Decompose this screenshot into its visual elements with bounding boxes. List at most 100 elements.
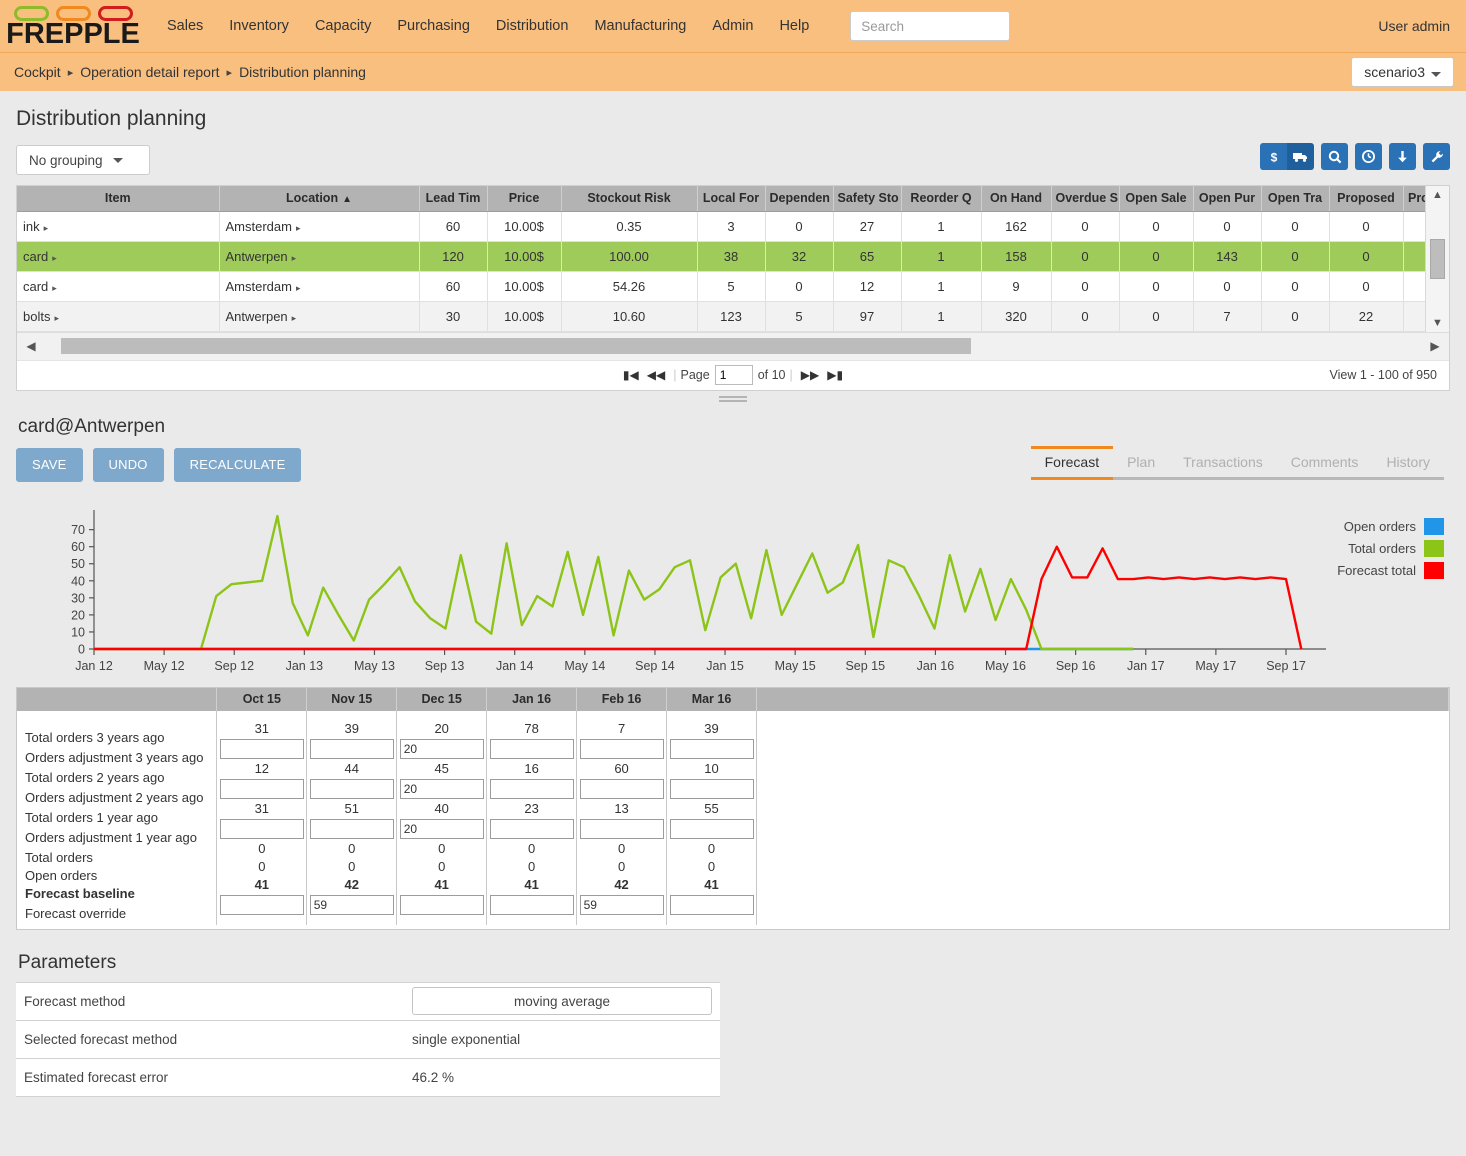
user-menu[interactable]: User admin bbox=[1378, 18, 1450, 34]
scroll-right-icon[interactable]: ▶ bbox=[1427, 339, 1443, 353]
save-button[interactable]: SAVE bbox=[16, 448, 83, 482]
frepple-logo[interactable]: FREPPLE bbox=[0, 0, 140, 53]
input-forecast-override[interactable] bbox=[670, 895, 754, 915]
scroll-down-icon[interactable]: ▼ bbox=[1432, 317, 1443, 329]
scroll-left-icon[interactable]: ◀ bbox=[23, 339, 39, 353]
undo-button[interactable]: UNDO bbox=[93, 448, 164, 482]
input-orders-adj-3y[interactable] bbox=[490, 739, 574, 759]
cell-location[interactable]: Antwerpen▸ bbox=[219, 241, 419, 271]
column-header-dependent-demand[interactable]: Dependen bbox=[765, 186, 833, 211]
forecast-method-input[interactable] bbox=[412, 987, 712, 1015]
nav-item-help[interactable]: Help bbox=[766, 12, 822, 40]
input-orders-adj-3y[interactable] bbox=[580, 739, 664, 759]
nav-item-purchasing[interactable]: Purchasing bbox=[384, 12, 483, 40]
column-header-local-forecast[interactable]: Local For bbox=[697, 186, 765, 211]
wrench-icon[interactable] bbox=[1423, 143, 1450, 170]
nav-item-inventory[interactable]: Inventory bbox=[216, 12, 302, 40]
input-orders-adj-1y[interactable] bbox=[670, 819, 754, 839]
nav-item-admin[interactable]: Admin bbox=[699, 12, 766, 40]
tab-transactions[interactable]: Transactions bbox=[1169, 448, 1277, 477]
column-header-reorder-quantity[interactable]: Reorder Q bbox=[901, 186, 981, 211]
tab-history[interactable]: History bbox=[1372, 448, 1444, 477]
input-orders-adj-3y[interactable] bbox=[310, 739, 394, 759]
input-orders-adj-2y[interactable] bbox=[310, 779, 394, 799]
panel-resize-handle[interactable] bbox=[719, 396, 747, 402]
input-forecast-override[interactable] bbox=[310, 895, 394, 915]
cell-location[interactable]: Amsterdam▸ bbox=[219, 271, 419, 301]
scroll-up-icon[interactable]: ▲ bbox=[1432, 189, 1443, 201]
clock-icon[interactable] bbox=[1355, 143, 1382, 170]
breadcrumb-item-cockpit[interactable]: Cockpit bbox=[14, 64, 61, 80]
input-orders-adj-3y[interactable] bbox=[670, 739, 754, 759]
input-orders-adj-2y[interactable] bbox=[580, 779, 664, 799]
first-page-button[interactable]: ▮◀ bbox=[623, 368, 639, 382]
input-orders-adj-1y[interactable] bbox=[310, 819, 394, 839]
tab-comments[interactable]: Comments bbox=[1277, 448, 1373, 477]
table-row[interactable]: card▸ Amsterdam▸ 60 10.00$ 54.26 5 0 12 … bbox=[17, 271, 1425, 301]
table-row[interactable]: bolts▸ Antwerpen▸ 30 10.00$ 10.60 123 5 … bbox=[17, 301, 1425, 331]
page-input[interactable] bbox=[715, 365, 753, 385]
input-orders-adj-1y[interactable] bbox=[220, 819, 304, 839]
grouping-dropdown[interactable]: No grouping bbox=[16, 145, 150, 175]
table-row[interactable]: card▸ Antwerpen▸ 120 10.00$ 100.00 38 32… bbox=[17, 241, 1425, 271]
nav-item-capacity[interactable]: Capacity bbox=[302, 12, 384, 40]
scrollbar-thumb[interactable] bbox=[61, 338, 971, 354]
search-icon[interactable] bbox=[1321, 143, 1348, 170]
tab-plan[interactable]: Plan bbox=[1113, 448, 1169, 477]
input-orders-adj-1y[interactable] bbox=[490, 819, 574, 839]
column-header-safety-stock[interactable]: Safety Sto bbox=[833, 186, 901, 211]
input-orders-adj-3y[interactable] bbox=[220, 739, 304, 759]
cell-location[interactable]: Amsterdam▸ bbox=[219, 211, 419, 241]
column-header-overdue-sales[interactable]: Overdue S bbox=[1051, 186, 1119, 211]
last-page-button[interactable]: ▶▮ bbox=[827, 368, 843, 382]
nav-item-sales[interactable]: Sales bbox=[154, 12, 216, 40]
column-header-location[interactable]: Location▸▲ bbox=[219, 186, 419, 211]
column-header-open-transfers[interactable]: Open Tra bbox=[1261, 186, 1329, 211]
breadcrumb-item-distribution-planning[interactable]: Distribution planning bbox=[239, 64, 366, 80]
scenario-selector[interactable]: scenario3 bbox=[1351, 57, 1454, 87]
dollar-icon[interactable]: $ bbox=[1260, 143, 1287, 170]
scrollbar-thumb[interactable] bbox=[1430, 239, 1445, 279]
column-header-proposed-transfers[interactable]: Propose bbox=[1403, 186, 1425, 211]
tab-forecast[interactable]: Forecast bbox=[1031, 448, 1113, 477]
cell-location[interactable]: Antwerpen▸ bbox=[219, 301, 419, 331]
input-forecast-override[interactable] bbox=[580, 895, 664, 915]
input-orders-adj-2y[interactable] bbox=[220, 779, 304, 799]
column-header-price[interactable]: Price bbox=[487, 186, 561, 211]
hscroll-track[interactable] bbox=[45, 338, 1421, 354]
recalculate-button[interactable]: RECALCULATE bbox=[174, 448, 302, 482]
input-orders-adj-1y[interactable] bbox=[400, 819, 484, 839]
input-orders-adj-2y[interactable] bbox=[490, 779, 574, 799]
input-forecast-override[interactable] bbox=[220, 895, 304, 915]
table-row[interactable]: ink▸ Amsterdam▸ 60 10.00$ 0.35 3 0 27 1 … bbox=[17, 211, 1425, 241]
breadcrumb-item-operation-detail-report[interactable]: Operation detail report bbox=[80, 64, 219, 80]
input-orders-adj-3y[interactable] bbox=[400, 739, 484, 759]
truck-icon[interactable] bbox=[1287, 143, 1314, 170]
cell-item[interactable]: bolts▸ bbox=[17, 301, 219, 331]
download-icon[interactable] bbox=[1389, 143, 1416, 170]
input-orders-adj-2y[interactable] bbox=[670, 779, 754, 799]
forecast-period-mar-16: Mar 16 bbox=[667, 688, 757, 711]
grid-horizontal-scrollbar[interactable]: ◀ ▶ bbox=[17, 332, 1449, 360]
input-forecast-override[interactable] bbox=[490, 895, 574, 915]
input-forecast-override[interactable] bbox=[400, 895, 484, 915]
column-header-open-sales[interactable]: Open Sale bbox=[1119, 186, 1193, 211]
prev-page-button[interactable]: ◀◀ bbox=[647, 368, 665, 382]
nav-item-manufacturing[interactable]: Manufacturing bbox=[581, 12, 699, 40]
grid-vertical-scrollbar[interactable]: ▲ ▼ bbox=[1425, 186, 1449, 332]
column-header-item[interactable]: Item bbox=[17, 186, 219, 211]
cell-item[interactable]: card▸ bbox=[17, 241, 219, 271]
next-page-button[interactable]: ▶▶ bbox=[801, 368, 819, 382]
column-header-stockout-risk[interactable]: Stockout Risk bbox=[561, 186, 697, 211]
search-input[interactable] bbox=[850, 11, 1010, 41]
input-orders-adj-2y[interactable] bbox=[400, 779, 484, 799]
column-header-lead-time[interactable]: Lead Tim bbox=[419, 186, 487, 211]
nav-item-distribution[interactable]: Distribution bbox=[483, 12, 582, 40]
main-nav: Sales Inventory Capacity Purchasing Dist… bbox=[154, 12, 822, 40]
input-orders-adj-1y[interactable] bbox=[580, 819, 664, 839]
cell-item[interactable]: card▸ bbox=[17, 271, 219, 301]
cell-item[interactable]: ink▸ bbox=[17, 211, 219, 241]
column-header-open-purchases[interactable]: Open Pur bbox=[1193, 186, 1261, 211]
column-header-proposed[interactable]: Proposed bbox=[1329, 186, 1403, 211]
column-header-on-hand[interactable]: On Hand bbox=[981, 186, 1051, 211]
